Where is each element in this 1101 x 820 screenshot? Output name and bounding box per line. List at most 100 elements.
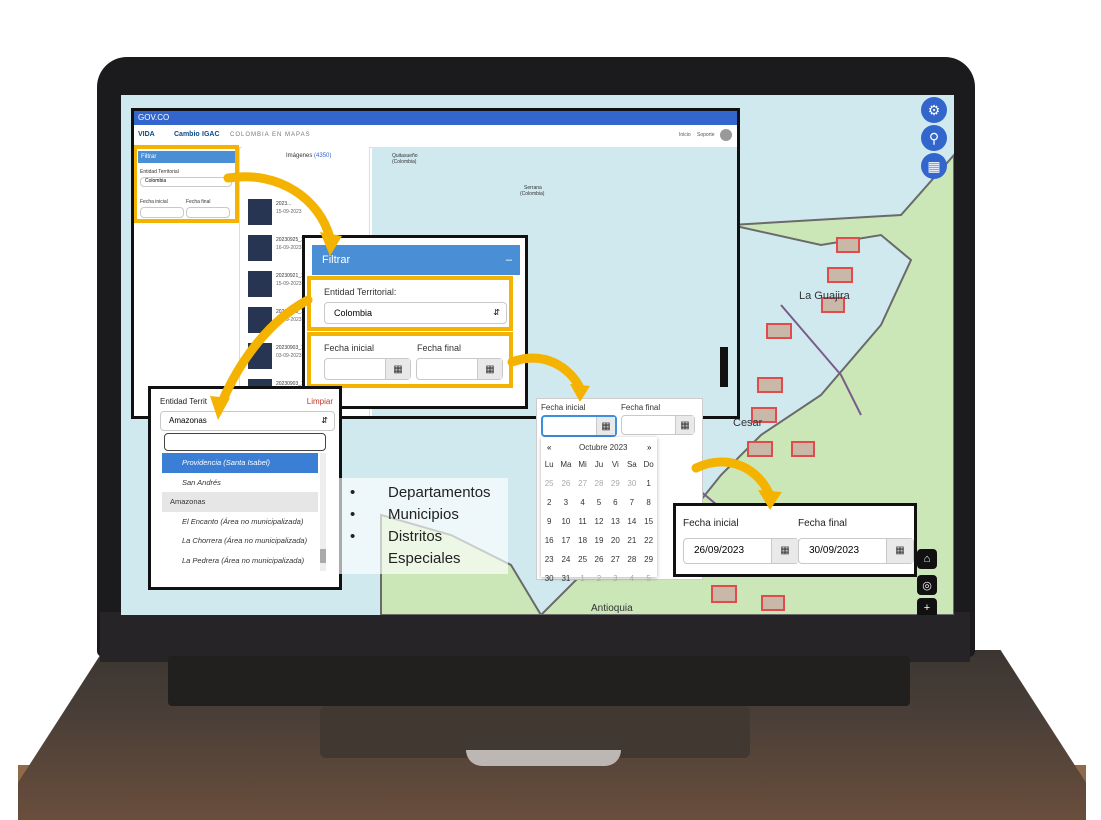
dates-start-input[interactable]: 26/09/2023 ▦ bbox=[683, 538, 799, 564]
next-month-button[interactable]: » bbox=[647, 443, 651, 452]
calendar-day[interactable]: 4 bbox=[624, 569, 641, 588]
image-footprint[interactable] bbox=[766, 323, 792, 339]
calendar-day[interactable]: 30 bbox=[624, 474, 641, 493]
calendar-day[interactable]: 25 bbox=[541, 474, 557, 493]
image-thumbnail bbox=[248, 235, 272, 261]
entity-dropdown[interactable]: Amazonas ⇵ bbox=[160, 411, 335, 431]
calendar-day[interactable]: 1 bbox=[640, 474, 657, 493]
calendar-day[interactable]: 29 bbox=[607, 474, 623, 493]
image-footprint[interactable] bbox=[761, 595, 785, 611]
calendar-day[interactable]: 12 bbox=[591, 512, 607, 531]
dropdown-option[interactable]: La Pedrera (Área no municipalizada) bbox=[162, 550, 318, 570]
calendar-icon[interactable]: ▦ bbox=[675, 416, 694, 434]
image-footprint[interactable] bbox=[791, 441, 815, 457]
calendar-day[interactable]: 23 bbox=[541, 550, 557, 569]
calendar-day[interactable]: 3 bbox=[607, 569, 623, 588]
calendar-day[interactable]: 17 bbox=[557, 531, 574, 550]
cal-start-input[interactable]: ▦ bbox=[541, 415, 617, 437]
calendar-day[interactable]: 26 bbox=[591, 550, 607, 569]
wrench-icon-button[interactable]: ⚙ bbox=[921, 97, 947, 123]
entity-zoom-select[interactable]: Colombia ⇵ bbox=[324, 302, 507, 324]
calendar-icon[interactable]: ▦ bbox=[886, 539, 913, 563]
image-footprint[interactable] bbox=[836, 237, 860, 253]
calendar-day[interactable]: 2 bbox=[591, 569, 607, 588]
calendar-day[interactable]: 31 bbox=[557, 569, 574, 588]
start-zoom-input[interactable]: ▦ bbox=[324, 358, 411, 380]
image-footprint[interactable] bbox=[827, 267, 853, 283]
image-footprint[interactable] bbox=[747, 441, 773, 457]
calendar-day[interactable]: 27 bbox=[607, 550, 623, 569]
cal-end-input[interactable]: ▦ bbox=[621, 415, 695, 435]
calendar-day[interactable]: 15 bbox=[640, 512, 657, 531]
image-footprint[interactable] bbox=[711, 585, 737, 603]
calendar-day[interactable]: 18 bbox=[574, 531, 590, 550]
collapse-icon[interactable]: – bbox=[506, 245, 512, 275]
nav-inicio[interactable]: Inicio bbox=[679, 132, 691, 138]
clear-button[interactable]: Limpiar bbox=[307, 397, 333, 406]
calendar-day[interactable]: 6 bbox=[607, 493, 623, 512]
dropdown-option[interactable]: San Andrés bbox=[162, 472, 318, 492]
map-label-la-guajira: La Guajira bbox=[799, 290, 850, 302]
nav-soporte[interactable]: Soporte bbox=[697, 132, 715, 138]
calendar-day[interactable]: 2 bbox=[541, 493, 557, 512]
calendar-day[interactable]: 5 bbox=[591, 493, 607, 512]
dropdown-scrollbar[interactable] bbox=[320, 453, 326, 571]
dropdown-option[interactable]: La Chorrera (Área no municipalizada) bbox=[162, 531, 318, 551]
calendar-day[interactable]: 24 bbox=[557, 550, 574, 569]
calendar-day[interactable]: 10 bbox=[557, 512, 574, 531]
calendar-day[interactable]: 27 bbox=[574, 474, 590, 493]
calendar-day[interactable]: 11 bbox=[574, 512, 590, 531]
calendar-day[interactable]: 8 bbox=[640, 493, 657, 512]
end-zoom-input[interactable]: ▦ bbox=[416, 358, 503, 380]
calendar-day[interactable]: 21 bbox=[624, 531, 641, 550]
avatar[interactable] bbox=[720, 129, 732, 141]
home-button[interactable]: ⌂ bbox=[917, 549, 937, 569]
calendar-day[interactable]: 3 bbox=[557, 493, 574, 512]
calendar-day[interactable]: 22 bbox=[640, 531, 657, 550]
calendar-day[interactable]: 20 bbox=[607, 531, 623, 550]
dropdown-option[interactable]: El Encanto (Área no municipalizada) bbox=[162, 511, 318, 531]
date-picker: « Octubre 2023 » Lu Ma Mi Ju Vi Sa Do 25 26 27 28… bbox=[541, 437, 657, 583]
image-footprint[interactable] bbox=[757, 377, 783, 393]
dropdown-option[interactable]: Providencia (Santa Isabel) bbox=[162, 453, 318, 473]
map-pin-icon-button[interactable]: ⚲ bbox=[921, 125, 947, 151]
calendar-day[interactable]: 30 bbox=[541, 569, 557, 588]
highlight-filter bbox=[134, 145, 239, 223]
wrench-icon: ⚙ bbox=[927, 101, 941, 118]
calendar-icon[interactable]: ▦ bbox=[596, 417, 615, 435]
calendar-icon[interactable]: ▦ bbox=[771, 539, 798, 563]
bullet-text: Especiales bbox=[388, 550, 461, 567]
zoom-in-button[interactable]: + bbox=[917, 598, 937, 615]
end-zoom-label: Fecha final bbox=[417, 343, 462, 353]
calendar-day[interactable]: 29 bbox=[640, 550, 657, 569]
mini-map-tools[interactable] bbox=[720, 347, 728, 387]
calendar-day[interactable]: 1 bbox=[574, 569, 590, 588]
bullet-text: Distritos bbox=[388, 528, 443, 545]
calendar-day[interactable]: 7 bbox=[624, 493, 641, 512]
weekday-header: Ju bbox=[594, 460, 604, 469]
locate-button[interactable]: ◎ bbox=[917, 575, 937, 595]
calendar-day[interactable]: 13 bbox=[607, 512, 623, 531]
dropdown-group-header: Amazonas bbox=[162, 492, 318, 512]
calendar-day[interactable]: 14 bbox=[624, 512, 641, 531]
calendar-day[interactable]: 28 bbox=[624, 550, 641, 569]
calendar-day[interactable]: 9 bbox=[541, 512, 557, 531]
calendar-icon[interactable]: ▦ bbox=[385, 359, 410, 379]
calendar-day[interactable]: 16 bbox=[541, 531, 557, 550]
calendar-day[interactable]: 19 bbox=[591, 531, 607, 550]
calendar-day[interactable]: 25 bbox=[574, 550, 590, 569]
calendar-day[interactable]: 28 bbox=[591, 474, 607, 493]
calendar-icon[interactable]: ▦ bbox=[477, 359, 502, 379]
filter-zoom-title: Filtrar bbox=[322, 254, 351, 266]
calendar-day[interactable]: 26 bbox=[557, 474, 574, 493]
layers-icon-button[interactable]: ▦ bbox=[921, 153, 947, 179]
image-list-item[interactable]: 2023... 15-09-2023 bbox=[248, 197, 366, 231]
calendar-day[interactable]: 5 bbox=[640, 569, 657, 588]
dropdown-search-input[interactable] bbox=[164, 433, 326, 451]
calendar-day[interactable]: 4 bbox=[574, 493, 590, 512]
prev-month-button[interactable]: « bbox=[547, 443, 551, 452]
filter-zoom-header[interactable]: Filtrar – bbox=[312, 245, 520, 275]
dates-end-input[interactable]: 30/09/2023 ▦ bbox=[798, 538, 914, 564]
scrollbar-thumb[interactable] bbox=[320, 549, 326, 563]
laptop-hinge bbox=[100, 612, 970, 662]
